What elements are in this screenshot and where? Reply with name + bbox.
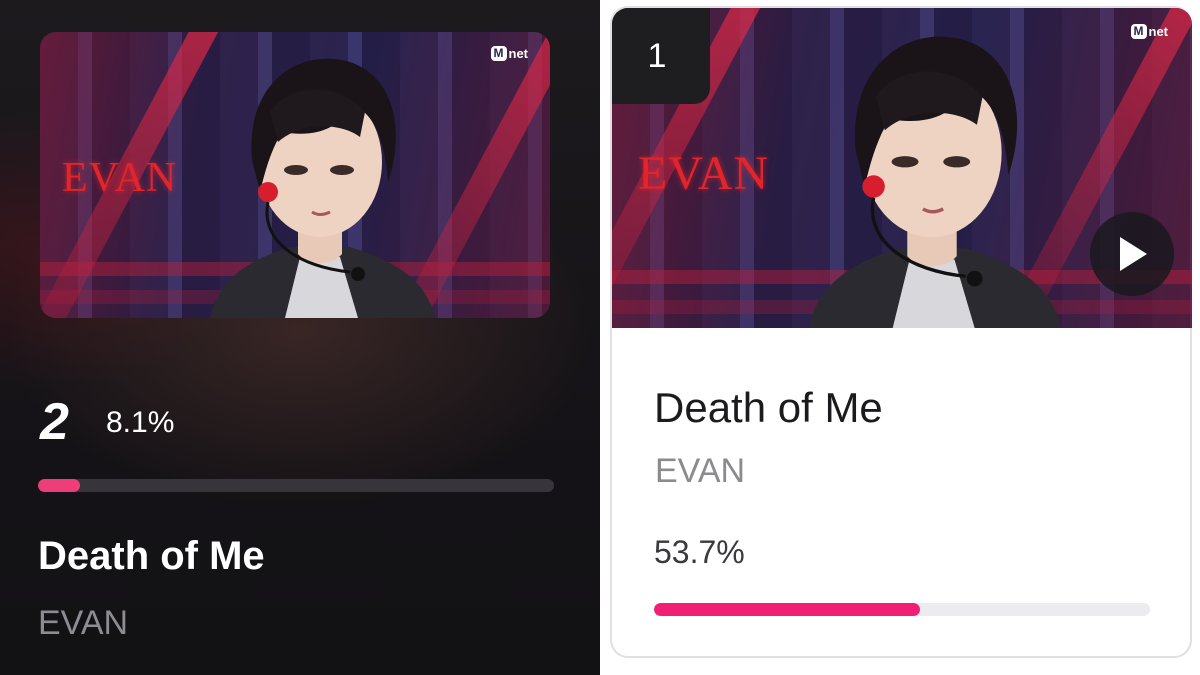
artist-name-overlay: EVAN <box>638 147 770 200</box>
artist-name: EVAN <box>38 604 129 642</box>
video-thumbnail[interactable]: EVAN Mnet <box>40 32 550 318</box>
left-vote-card: EVAN Mnet 2 8.1% Death of Me EVAN <box>0 0 600 675</box>
vote-progress-fill <box>654 603 921 616</box>
performer-portrait <box>808 36 1062 328</box>
rank-badge: 1 <box>612 8 710 104</box>
artist-name: EVAN <box>655 452 746 490</box>
vote-progress-bar <box>654 603 1150 616</box>
vote-progress-fill <box>38 479 80 492</box>
vote-percentage: 53.7% <box>654 534 745 570</box>
song-title: Death of Me <box>38 534 265 578</box>
vote-percentage: 8.1% <box>106 406 175 439</box>
mnet-logo: Mnet <box>1130 24 1168 39</box>
play-button[interactable] <box>1090 212 1174 296</box>
mnet-logo: Mnet <box>490 46 528 61</box>
performer-portrait <box>210 58 435 318</box>
song-title: Death of Me <box>654 384 883 431</box>
vote-progress-bar <box>38 479 554 492</box>
rank-number: 2 <box>40 393 69 451</box>
play-icon <box>1120 237 1147 271</box>
artist-name-overlay: EVAN <box>62 155 178 201</box>
